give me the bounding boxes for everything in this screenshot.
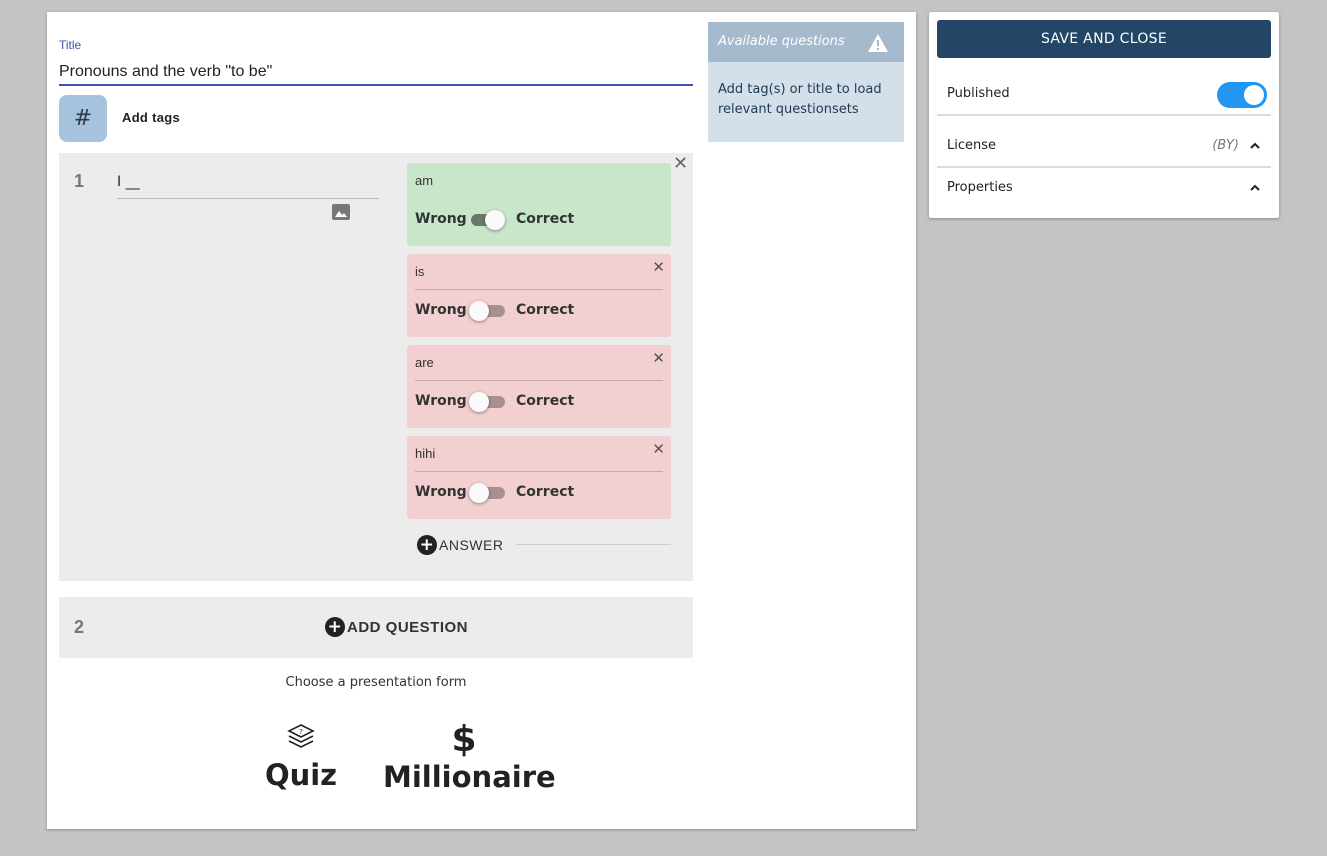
correct-toggle[interactable] bbox=[469, 210, 505, 230]
add-answer-label: ANSWER bbox=[439, 537, 504, 553]
license-label: License bbox=[947, 138, 997, 153]
stack-question-icon: ? bbox=[287, 724, 315, 748]
add-answer-button[interactable]: + ANSWER bbox=[417, 535, 503, 555]
published-toggle[interactable] bbox=[1217, 82, 1267, 108]
available-questions-header: Available questions bbox=[708, 22, 904, 62]
available-questions-hint: Add tag(s) or title to load relevant que… bbox=[718, 82, 882, 117]
delete-answer-icon[interactable]: ✕ bbox=[652, 440, 665, 458]
license-value: (BY) bbox=[1212, 138, 1239, 153]
available-questions-title: Available questions bbox=[718, 34, 845, 49]
quiz-label: Quiz bbox=[264, 758, 338, 792]
plus-circle-icon: + bbox=[325, 617, 345, 637]
answer-card: hihi ✕ Wrong Correct bbox=[407, 436, 671, 519]
license-row[interactable]: License (BY) bbox=[937, 126, 1271, 168]
available-questions-panel: Available questions Add tag(s) or title … bbox=[708, 22, 904, 142]
wrong-label: Wrong bbox=[415, 484, 467, 500]
answer-text-input[interactable]: are bbox=[415, 355, 663, 381]
add-tags-label[interactable]: Add tags bbox=[122, 110, 180, 125]
millionaire-option[interactable]: $ Millionaire bbox=[383, 719, 556, 795]
answer-card: are ✕ Wrong Correct bbox=[407, 345, 671, 428]
chevron-up-icon[interactable] bbox=[1249, 182, 1261, 194]
question-text-input[interactable]: I __ bbox=[117, 171, 379, 199]
title-label: Title bbox=[59, 38, 82, 52]
properties-row[interactable]: Properties bbox=[937, 168, 1271, 210]
editor-panel: Title # Add tags 1 I __ ✕ am Wrong Corre… bbox=[47, 12, 916, 829]
correct-toggle[interactable] bbox=[469, 301, 505, 321]
question-number: 1 bbox=[74, 171, 85, 191]
add-question-label: ADD QUESTION bbox=[347, 618, 469, 636]
answer-text-input[interactable]: is bbox=[415, 264, 663, 290]
delete-answer-icon[interactable]: ✕ bbox=[652, 349, 665, 367]
answer-text-input[interactable]: hihi bbox=[415, 446, 663, 472]
wrong-label: Wrong bbox=[415, 302, 467, 318]
new-question-card: 2 + ADD QUESTION bbox=[59, 597, 693, 658]
answer-card: am Wrong Correct bbox=[407, 163, 671, 246]
question-card: 1 I __ ✕ am Wrong Correct is ✕ Wrong Cor… bbox=[59, 153, 693, 581]
correct-label: Correct bbox=[516, 211, 575, 227]
answer-text-input[interactable]: am bbox=[415, 173, 663, 199]
correct-label: Correct bbox=[516, 484, 575, 500]
correct-toggle[interactable] bbox=[469, 483, 505, 503]
title-input[interactable] bbox=[59, 60, 693, 86]
add-question-button[interactable]: + ADD QUESTION bbox=[325, 617, 468, 637]
dollar-icon: $ bbox=[451, 719, 477, 760]
plus-circle-icon: + bbox=[417, 535, 437, 555]
millionaire-label: Millionaire bbox=[383, 760, 556, 794]
svg-text:?: ? bbox=[299, 728, 303, 736]
divider bbox=[516, 544, 671, 545]
published-label: Published bbox=[947, 86, 1010, 101]
add-tags-button[interactable]: # bbox=[59, 95, 107, 142]
warning-icon bbox=[868, 34, 888, 52]
question-number: 2 bbox=[74, 617, 85, 637]
delete-question-icon[interactable]: ✕ bbox=[673, 155, 688, 173]
published-row: Published bbox=[937, 74, 1271, 116]
chevron-up-icon[interactable] bbox=[1249, 140, 1261, 152]
quiz-option[interactable]: ? Quiz bbox=[257, 722, 345, 792]
answer-card: is ✕ Wrong Correct bbox=[407, 254, 671, 337]
properties-label: Properties bbox=[947, 180, 1013, 195]
save-and-close-button[interactable]: SAVE AND CLOSE bbox=[937, 20, 1271, 58]
delete-answer-icon[interactable]: ✕ bbox=[652, 258, 665, 276]
wrong-label: Wrong bbox=[415, 393, 467, 409]
image-icon[interactable] bbox=[332, 204, 350, 220]
correct-label: Correct bbox=[516, 393, 575, 409]
choose-form-label: Choose a presentation form bbox=[285, 675, 467, 690]
wrong-label: Wrong bbox=[415, 211, 467, 227]
correct-label: Correct bbox=[516, 302, 575, 318]
settings-sidebar: SAVE AND CLOSE Published License (BY) Pr… bbox=[929, 12, 1279, 218]
correct-toggle[interactable] bbox=[469, 392, 505, 412]
